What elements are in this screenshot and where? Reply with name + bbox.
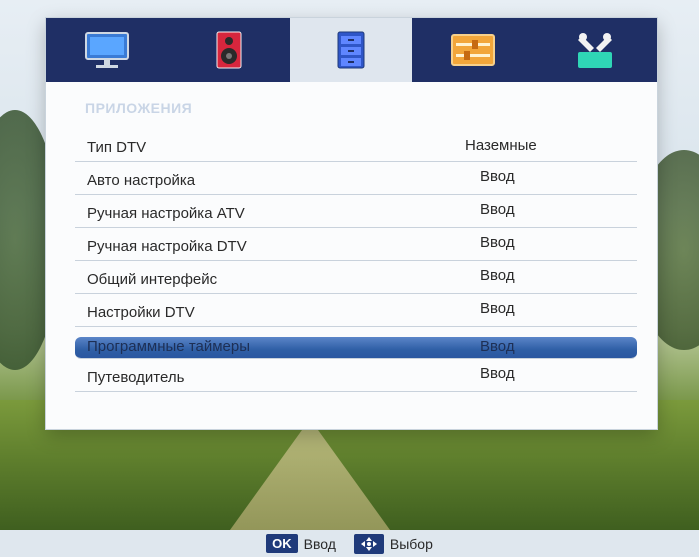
menu-item-manual-atv[interactable]: Ручная настройка ATV Ввод bbox=[75, 195, 637, 228]
menu-item-label: Авто настройка bbox=[87, 172, 196, 189]
nav-hint: Выбор bbox=[353, 533, 433, 554]
ok-key: OK bbox=[266, 534, 298, 553]
section-title: ПРИЛОЖЕНИЯ bbox=[85, 100, 193, 116]
menu-item-dtv-type[interactable]: Тип DTV Наземные bbox=[75, 129, 637, 162]
tab-bar bbox=[46, 18, 657, 82]
menu-item-label: Ручная настройка ATV bbox=[87, 205, 245, 222]
menu-item-label: Программные таймеры bbox=[87, 338, 251, 355]
menu-panel: ПРИЛОЖЕНИЯ Тип DTV Наземные Авто настрой… bbox=[46, 18, 657, 429]
menu-item-value: Ввод bbox=[480, 201, 515, 218]
tab-picture[interactable] bbox=[46, 18, 168, 82]
menu-item-dtv-settings[interactable]: Настройки DTV Ввод bbox=[75, 294, 637, 327]
menu-item-value: Ввод bbox=[480, 365, 515, 382]
ok-hint: OK Ввод bbox=[266, 534, 336, 553]
menu-item-value: Ввод bbox=[480, 168, 515, 185]
tools-icon bbox=[572, 30, 618, 70]
menu-item-auto-tuning[interactable]: Авто настройка Ввод bbox=[75, 162, 637, 195]
tab-tools[interactable] bbox=[534, 18, 656, 82]
cabinet-icon bbox=[336, 30, 366, 70]
monitor-icon bbox=[84, 30, 130, 70]
tab-settings[interactable] bbox=[412, 18, 534, 82]
menu-item-label: Настройки DTV bbox=[87, 304, 195, 321]
menu-item-value: Ввод bbox=[480, 300, 515, 317]
tab-sound[interactable] bbox=[168, 18, 290, 82]
menu-item-label: Ручная настройка DTV bbox=[87, 238, 247, 255]
speaker-icon bbox=[214, 30, 244, 70]
menu-item-guide[interactable]: Путеводитель Ввод bbox=[75, 359, 637, 392]
menu-item-program-timers[interactable]: Программные таймеры Ввод bbox=[75, 337, 637, 359]
ok-hint-label: Ввод bbox=[303, 535, 336, 552]
sliders-icon bbox=[450, 33, 496, 67]
menu-item-label: Общий интерфейс bbox=[87, 271, 218, 288]
footer-hints: OK Ввод Выбор bbox=[0, 530, 699, 557]
menu-item-label: Путеводитель bbox=[87, 369, 185, 386]
menu-item-manual-dtv[interactable]: Ручная настройка DTV Ввод bbox=[75, 228, 637, 261]
tab-applications[interactable] bbox=[290, 18, 412, 82]
menu-item-common-interface[interactable]: Общий интерфейс Ввод bbox=[75, 261, 637, 294]
menu-list: Тип DTV Наземные Авто настройка Ввод Руч… bbox=[75, 129, 637, 392]
menu-item-value: Ввод bbox=[480, 338, 515, 355]
menu-item-value: Ввод bbox=[480, 267, 515, 284]
navigate-icon bbox=[353, 533, 384, 554]
menu-item-label: Тип DTV bbox=[87, 139, 147, 156]
menu-item-value: Наземные bbox=[465, 137, 537, 154]
nav-hint-label: Выбор bbox=[389, 535, 433, 552]
menu-item-value: Ввод bbox=[480, 234, 515, 251]
